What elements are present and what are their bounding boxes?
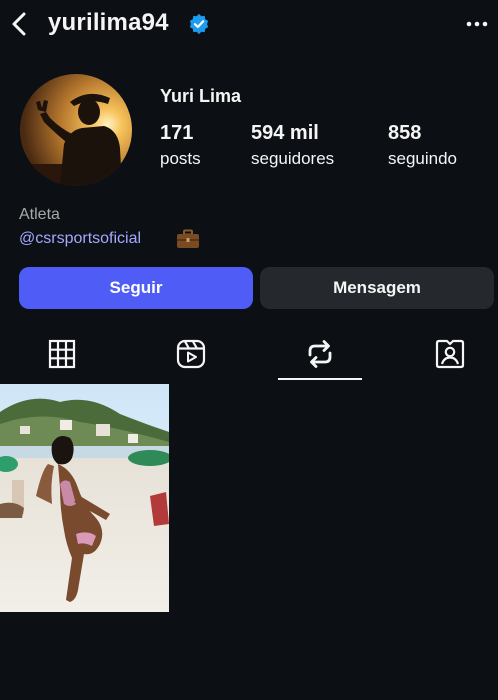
grid-icon[interactable] <box>46 338 78 370</box>
tagged-icon[interactable] <box>434 338 466 370</box>
profile-username: yurilima94 <box>48 9 169 36</box>
more-horizontal-icon[interactable] <box>464 14 490 34</box>
stat-label: seguindo <box>388 149 458 168</box>
top-bar: yurilima94 <box>0 0 498 50</box>
reposts-icon[interactable] <box>304 338 336 370</box>
briefcase-icon <box>177 229 199 248</box>
stat-value: 171 <box>160 122 194 144</box>
stat-value: 858 <box>388 122 422 144</box>
stat-label: posts <box>160 149 201 168</box>
stat-label: seguidores <box>251 149 335 168</box>
post-thumbnail[interactable] <box>0 384 169 612</box>
profile-mention-link[interactable]: @csrsportsoficial <box>19 230 141 248</box>
following-stat[interactable]: 858 seguindo <box>388 122 457 169</box>
verified-badge-icon <box>189 13 209 35</box>
profile-full-name: Yuri Lima <box>160 86 242 106</box>
chevron-left-icon[interactable] <box>8 10 30 38</box>
profile-category: Atleta <box>19 206 60 223</box>
posts-stat[interactable]: 171 posts <box>160 122 201 169</box>
reels-icon[interactable] <box>175 338 207 370</box>
message-button[interactable]: Mensagem <box>260 267 494 309</box>
active-tab-indicator <box>278 378 362 380</box>
profile-avatar[interactable] <box>20 74 132 186</box>
stat-value: 594 mil <box>251 122 319 144</box>
followers-stat[interactable]: 594 mil seguidores <box>251 122 334 169</box>
follow-button[interactable]: Seguir <box>19 267 253 309</box>
